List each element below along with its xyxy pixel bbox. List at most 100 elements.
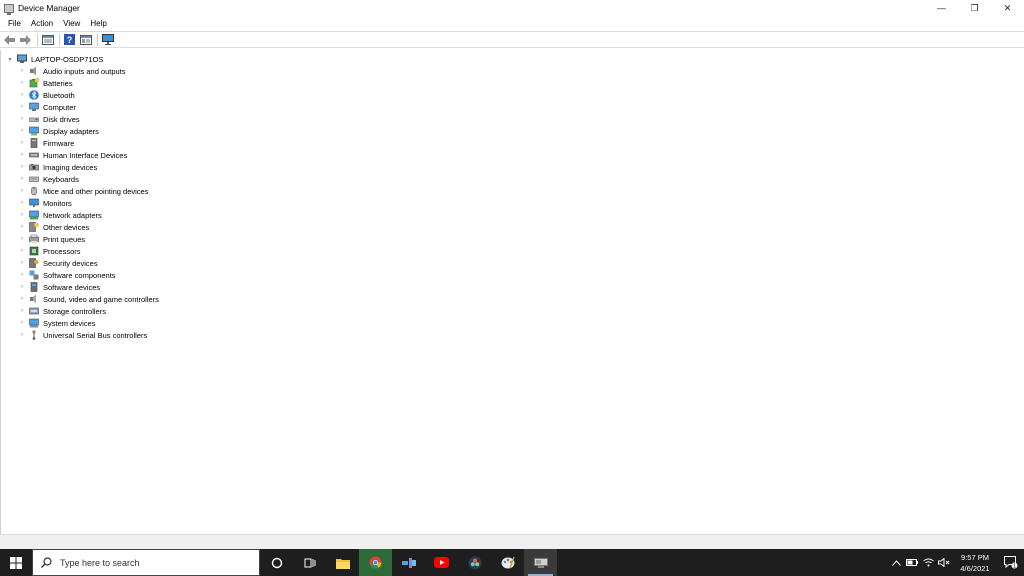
chrome-icon	[369, 556, 382, 569]
search-icon	[41, 557, 52, 568]
clock-time: 9:57 PM	[961, 552, 989, 562]
help-icon: ?	[64, 34, 75, 45]
expand-chevron-icon[interactable]: ›	[18, 272, 26, 278]
hid-icon	[29, 152, 39, 158]
expand-chevron-icon[interactable]: ›	[18, 188, 26, 194]
tree-item[interactable]: › Batteries	[18, 77, 159, 89]
tree-item-label: Display adapters	[43, 126, 99, 136]
taskbar-search-box[interactable]: Type here to search	[32, 549, 260, 576]
tree-item[interactable]: › Other devices	[18, 221, 159, 233]
tree-item[interactable]: › Storage controllers	[18, 305, 159, 317]
tree-item[interactable]: › Network adapters	[18, 209, 159, 221]
processor-icon	[29, 246, 39, 256]
tree-item[interactable]: › Display adapters	[18, 125, 159, 137]
tree-item[interactable]: › Bluetooth	[18, 89, 159, 101]
expand-chevron-icon[interactable]: ›	[18, 104, 26, 110]
software-component-icon	[29, 270, 39, 280]
tree-item-label: Sound, video and game controllers	[43, 294, 159, 304]
expand-chevron-icon[interactable]: ›	[18, 224, 26, 230]
restore-button[interactable]: ❐	[958, 0, 991, 16]
expand-chevron-icon[interactable]: ›	[18, 176, 26, 182]
youtube-icon	[434, 557, 449, 568]
usb-icon	[32, 330, 36, 340]
expand-chevron-icon[interactable]: ›	[18, 128, 26, 134]
tree-item[interactable]: › Computer	[18, 101, 159, 113]
back-button[interactable]	[3, 33, 16, 46]
minimize-button[interactable]: —	[925, 0, 958, 16]
tree-item[interactable]: › Audio inputs and outputs	[18, 65, 159, 77]
tree-item[interactable]: › Sound, video and game controllers	[18, 293, 159, 305]
cortana-button[interactable]	[260, 549, 293, 576]
help-button[interactable]: ?	[63, 33, 76, 46]
tree-item[interactable]: › Security devices	[18, 257, 159, 269]
tree-item-label: Other devices	[43, 222, 90, 232]
task-view-button[interactable]	[293, 549, 326, 576]
device-tree-pane[interactable]: ▾ LAPTOP-OSDP71OS › Audio inputs and outp…	[0, 50, 1024, 534]
tree-item[interactable]: › Human Interface Devices	[18, 149, 159, 161]
expand-chevron-icon[interactable]: ›	[18, 200, 26, 206]
expand-chevron-icon[interactable]: ›	[18, 80, 26, 86]
start-button[interactable]	[0, 549, 32, 576]
taskbar-clock[interactable]: 9:57 PM 4/6/2021	[952, 549, 998, 576]
expand-chevron-icon[interactable]: ›	[18, 308, 26, 314]
status-bar	[0, 534, 1024, 549]
clock-date: 4/6/2021	[960, 563, 990, 573]
paint-button[interactable]	[491, 549, 524, 576]
tree-root-node[interactable]: ▾ LAPTOP-OSDP71OS	[6, 53, 103, 65]
properties-button[interactable]	[41, 33, 54, 46]
davinci-resolve-button[interactable]	[458, 549, 491, 576]
expand-chevron-icon[interactable]: ›	[18, 236, 26, 242]
menu-view[interactable]: View	[59, 19, 84, 28]
expand-chevron-icon[interactable]: ›	[18, 212, 26, 218]
tree-item[interactable]: › Print queues	[18, 233, 159, 245]
show-hidden-icons-button[interactable]	[888, 549, 904, 576]
file-explorer-button[interactable]	[326, 549, 359, 576]
youtube-button[interactable]	[425, 549, 458, 576]
expand-chevron-icon[interactable]: ›	[18, 320, 26, 326]
expand-chevron-icon[interactable]: ›	[18, 92, 26, 98]
menu-action[interactable]: Action	[27, 19, 57, 28]
expand-chevron-icon[interactable]: ›	[18, 248, 26, 254]
tree-item[interactable]: › Software devices	[18, 281, 159, 293]
disk-drive-icon	[29, 117, 39, 122]
collapse-chevron-icon[interactable]: ▾	[6, 56, 14, 63]
menu-help[interactable]: Help	[86, 19, 110, 28]
expand-chevron-icon[interactable]: ›	[18, 152, 26, 158]
close-button[interactable]: ✕	[991, 0, 1024, 16]
tree-item-label: Network adapters	[43, 210, 102, 220]
expand-chevron-icon[interactable]: ›	[18, 116, 26, 122]
menu-bar: File Action View Help	[0, 16, 1024, 30]
wifi-tray-button[interactable]	[920, 549, 936, 576]
volume-tray-button[interactable]	[936, 549, 952, 576]
pinned-app-button[interactable]	[392, 549, 425, 576]
expand-chevron-icon[interactable]: ›	[18, 332, 26, 338]
windows-start-icon	[10, 556, 22, 569]
tree-item[interactable]: › Processors	[18, 245, 159, 257]
tree-item[interactable]: › Disk drives	[18, 113, 159, 125]
tree-item[interactable]: › Mice and other pointing devices	[18, 185, 159, 197]
expand-chevron-icon[interactable]: ›	[18, 284, 26, 290]
tree-item[interactable]: › Keyboards	[18, 173, 159, 185]
show-hide-button[interactable]	[79, 33, 92, 46]
bluetooth-icon	[29, 90, 39, 100]
tree-item[interactable]: › Monitors	[18, 197, 159, 209]
forward-button[interactable]	[19, 33, 32, 46]
tree-item[interactable]: › System devices	[18, 317, 159, 329]
expand-chevron-icon[interactable]: ›	[18, 296, 26, 302]
menu-file[interactable]: File	[4, 19, 25, 28]
expand-chevron-icon[interactable]: ›	[18, 140, 26, 146]
device-manager-taskbar-button[interactable]	[524, 549, 557, 576]
tree-item[interactable]: › Imaging devices	[18, 161, 159, 173]
action-center-button[interactable]: 1	[998, 549, 1024, 576]
expand-chevron-icon[interactable]: ›	[18, 260, 26, 266]
tree-item[interactable]: › Software components	[18, 269, 159, 281]
tree-item[interactable]: › Universal Serial Bus controllers	[18, 329, 159, 341]
scan-hardware-button[interactable]	[101, 33, 114, 46]
expand-chevron-icon[interactable]: ›	[18, 68, 26, 74]
chrome-button[interactable]	[359, 549, 392, 576]
expand-chevron-icon[interactable]: ›	[18, 164, 26, 170]
tree-item-label: Audio inputs and outputs	[43, 66, 126, 76]
battery-tray-button[interactable]	[904, 549, 920, 576]
tree-item[interactable]: › Firmware	[18, 137, 159, 149]
tree-item-label: Software components	[43, 270, 116, 280]
